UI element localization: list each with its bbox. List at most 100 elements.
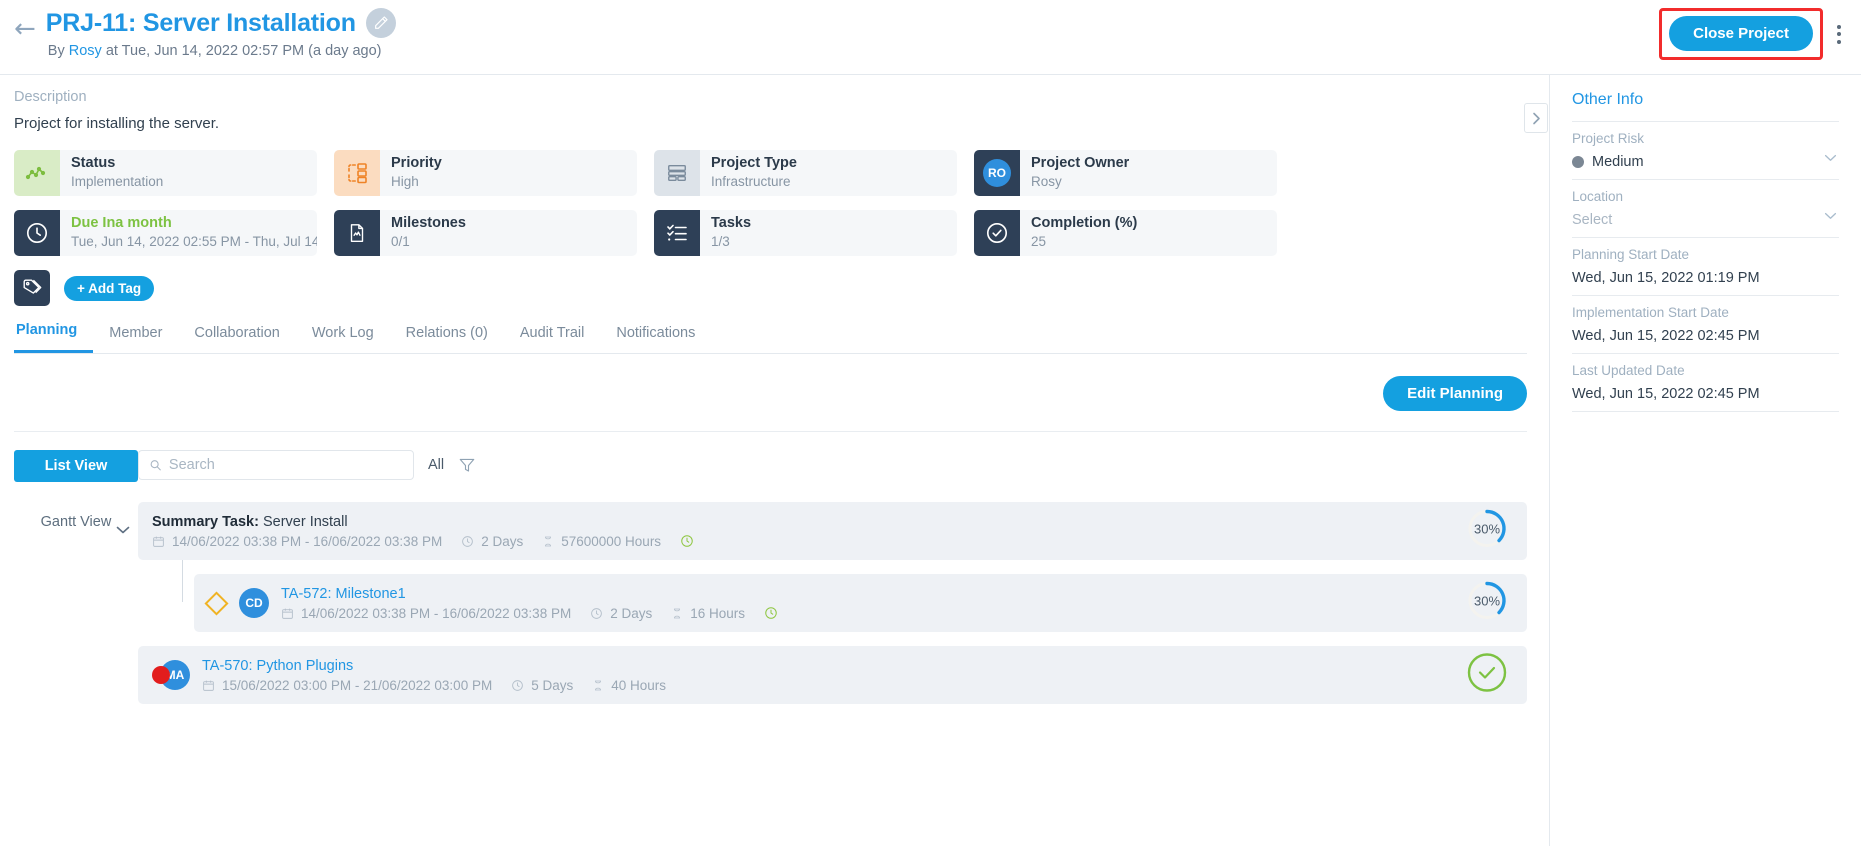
field-label: Implementation Start Date [1572,305,1729,320]
tab-planning[interactable]: Planning [14,316,94,353]
field-planning-start-date[interactable]: Planning Start Date Wed, Jun 15, 2022 01… [1572,238,1839,296]
clock-icon [512,679,524,691]
task-dates: 14/06/2022 03:38 PM - 16/06/2022 03:38 P… [172,533,443,549]
task-effort: 16 Hours [690,605,746,621]
card-title: Project Owner [1031,155,1130,172]
field-value: Wed, Jun 15, 2022 02:45 PM [1572,386,1760,402]
more-options-icon[interactable] [1829,19,1849,50]
task-effort: 57600000 Hours [561,533,662,549]
other-info-panel: Other Info Project Risk Medium Location … [1549,75,1861,846]
task-title[interactable]: TA-572: Milestone1 [281,586,1511,602]
clock-green-icon [765,607,777,619]
card-milestones[interactable]: Milestones 0/1 [334,210,637,256]
info-cards: Status Implementation Priority High Proj… [14,150,1527,256]
page-title: PRJ-11: Server Installation [45,8,356,37]
card-project-type[interactable]: Project Type Infrastructure [654,150,957,196]
clock-green-icon [681,535,693,547]
card-priority[interactable]: Priority High [334,150,637,196]
card-completion[interactable]: Completion (%) 25 [974,210,1277,256]
tab-relations[interactable]: Relations (0) [390,319,504,353]
card-project-owner[interactable]: RO Project Owner Rosy [974,150,1277,196]
calendar-icon [203,680,214,691]
card-value: High [391,174,419,190]
card-value: 25 [1031,234,1047,250]
description-label: Description [14,89,87,105]
tab-collaboration[interactable]: Collaboration [178,319,295,353]
collapse-panel-button[interactable] [1524,103,1548,133]
search-input[interactable] [168,457,403,473]
tab-notifications[interactable]: Notifications [600,319,711,353]
page-body: Description Project for installing the s… [0,75,1861,846]
field-label: Planning Start Date [1572,247,1690,262]
tab-member[interactable]: Member [93,319,178,353]
arrow-left-icon[interactable]: ← [14,16,36,42]
hourglass-icon [674,608,681,618]
tag-row: + Add Tag [14,270,1527,306]
field-location[interactable]: Location Select [1572,180,1839,238]
progress-percent: 30% [1473,521,1501,536]
search-input-wrapper[interactable] [138,450,414,480]
close-project-button[interactable]: Close Project [1669,16,1813,51]
field-value: Medium [1592,154,1644,170]
pencil-icon[interactable] [365,8,396,38]
card-value: 0/1 [391,234,410,250]
card-title: Priority [391,155,442,172]
add-tag-button[interactable]: + Add Tag [64,275,155,301]
clock-icon [591,607,603,619]
risk-dot-icon [1572,156,1584,168]
progress-indicator: 30% [1465,507,1509,556]
filter-label[interactable]: All [428,457,444,473]
task-duration: 2 Days [610,605,653,621]
author-link[interactable]: Rosy [69,43,102,59]
card-title: Completion (%) [1031,215,1138,232]
task-duration: 2 Days [481,533,524,549]
task-list: All Summary Task: Server Install 14/0 [116,450,1527,718]
task-dates: 14/06/2022 03:38 PM - 16/06/2022 03:38 P… [301,605,572,621]
clock-icon [462,535,474,547]
field-label: Last Updated Date [1572,363,1685,378]
main-content: Description Project for installing the s… [0,75,1549,846]
chevron-down-icon[interactable] [1824,207,1837,225]
byline: By Rosy at Tue, Jun 14, 2022 02:57 PM (a… [48,43,396,59]
card-value: 1/3 [711,234,730,250]
edit-planning-button[interactable]: Edit Planning [1383,376,1527,411]
card-value: Infrastructure [711,174,791,190]
card-status[interactable]: Status Implementation [14,150,317,196]
field-implementation-start-date[interactable]: Implementation Start Date Wed, Jun 15, 2… [1572,296,1839,354]
calendar-icon [153,536,164,547]
search-icon [150,460,161,471]
progress-percent: 30% [1473,593,1501,608]
card-due-date[interactable]: Due Ina month Tue, Jun 14, 2022 02:55 PM… [14,210,317,256]
funnel-icon[interactable] [458,456,476,474]
field-value: Wed, Jun 15, 2022 02:45 PM [1572,328,1760,344]
task-effort: 40 Hours [611,677,667,693]
chevron-down-icon[interactable] [1824,149,1837,167]
status-dot-red-icon [152,666,170,684]
tab-work-log[interactable]: Work Log [296,319,390,353]
list-view-button[interactable]: List View [14,450,138,482]
milestone-diamond-icon [204,590,229,616]
tag-icon [14,270,50,306]
table-row[interactable]: Summary Task: Server Install 14/06/2022 … [116,502,1527,602]
task-duration: 5 Days [531,677,574,693]
checklist-icon [654,210,700,256]
tab-audit-trail[interactable]: Audit Trail [504,319,600,353]
field-value-row: Medium [1572,154,1839,170]
card-value: Rosy [1031,174,1062,190]
card-title: Tasks [711,215,752,232]
header-left: ← PRJ-11: Server Installation By Rosy at… [14,8,396,59]
field-last-updated-date[interactable]: Last Updated Date Wed, Jun 15, 2022 02:4… [1572,354,1839,412]
progress-indicator: 30% [1465,579,1509,628]
milestone-doc-icon [334,210,380,256]
progress-indicator [1465,651,1509,700]
server-rack-icon [654,150,700,196]
tab-bar: Planning Member Collaboration Work Log R… [14,316,1527,354]
planning-list-area: List View Gantt View All [14,432,1527,718]
table-row[interactable]: CD TA-572: Milestone1 14/06/2022 03:38 P… [194,574,1527,632]
table-row[interactable]: MA TA-570: Python Plugins 15/06/2022 03:… [138,646,1527,704]
chevron-down-icon[interactable] [116,522,130,540]
field-project-risk[interactable]: Project Risk Medium [1572,121,1839,180]
card-tasks[interactable]: Tasks 1/3 [654,210,957,256]
project-detail-page: ← PRJ-11: Server Installation By Rosy at… [0,0,1861,846]
task-title[interactable]: TA-570: Python Plugins [202,658,1511,674]
